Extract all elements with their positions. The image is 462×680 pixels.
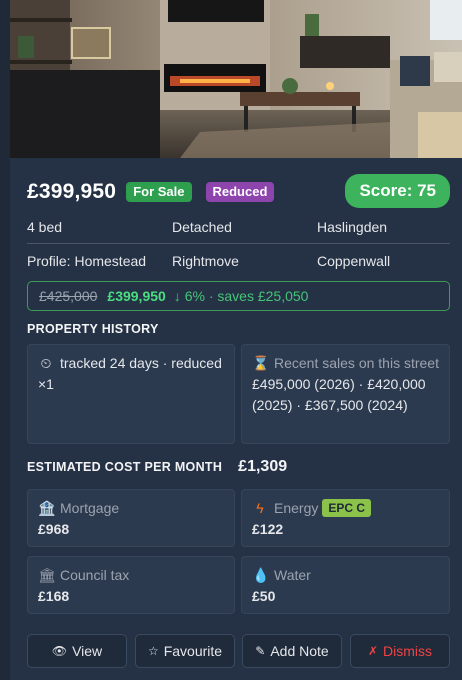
cost-total: £1,309 — [238, 458, 288, 475]
price-row: £399,950 For Sale Reduced Score: 75 — [27, 174, 450, 208]
mortgage-label: Mortgage — [60, 500, 120, 516]
facts-divider — [27, 243, 450, 244]
council-tax-card: 🏛 Council tax £168 — [27, 556, 235, 614]
water-label: Water — [274, 567, 311, 583]
pencil-icon: ✎ — [255, 644, 266, 658]
view-button-label: View — [72, 643, 103, 659]
property-history-heading: PROPERTY HISTORY — [27, 322, 159, 336]
listing-price: £399,950 — [27, 180, 117, 203]
council-tax-label: Council tax — [60, 567, 130, 583]
clock-icon: ⏲ — [40, 355, 52, 371]
add-note-button-label: Add Note — [270, 643, 329, 659]
facts-row-2: Profile: Homestead Rightmove Coppenwall — [27, 253, 450, 269]
recent-sales-values: £495,000 (2026) · £420,000 (2025) · £367… — [252, 376, 426, 413]
droplet-icon: 💧 — [252, 567, 270, 583]
dismiss-button-label: Dismiss — [383, 643, 433, 659]
favourite-button[interactable]: ☆ Favourite — [135, 634, 235, 668]
water-value: £50 — [252, 588, 276, 604]
town: Haslingden — [317, 219, 388, 235]
profile: Profile: Homestead — [27, 253, 147, 269]
living-room-image — [10, 0, 462, 158]
cost-heading: ESTIMATED COST PER MONTH £1,309 — [27, 458, 287, 476]
energy-value: £122 — [252, 521, 284, 537]
bank-icon: 🏦 — [38, 500, 56, 516]
recent-sales-card: ⌛ Recent sales on this street £495,000 (2… — [241, 344, 450, 444]
property-type: Detached — [172, 219, 232, 235]
building-icon: 🏛 — [38, 567, 56, 583]
facts-row-1: 4 bed Detached Haslingden — [27, 219, 450, 235]
dismiss-button[interactable]: ✗ Dismiss — [350, 634, 450, 668]
new-price: £399,950 — [107, 288, 166, 304]
mortgage-value: £968 — [38, 521, 70, 537]
property-card: £399,950 For Sale Reduced Score: 75 4 be… — [10, 0, 462, 680]
lightning-icon: ϟ — [256, 500, 264, 516]
for-sale-badge: For Sale — [126, 182, 192, 202]
property-photo[interactable] — [10, 0, 462, 158]
hourglass-icon: ⌛ — [252, 355, 270, 371]
cost-heading-label: ESTIMATED COST PER MONTH — [27, 460, 223, 474]
x-icon: ✗ — [367, 644, 379, 658]
listing-source: Rightmove — [172, 253, 239, 269]
score-badge: Score: 75 — [345, 174, 450, 208]
favourite-button-label: Favourite — [163, 643, 223, 659]
bedrooms: 4 bed — [27, 219, 63, 235]
view-button[interactable]: 👁 View — [27, 634, 127, 668]
price-reduction-bar: £425,000 £399,950 ↓ 6% · saves £25,050 — [27, 281, 450, 311]
energy-card: ϟ Energy EPC C £122 — [241, 489, 450, 547]
water-card: 💧 Water £50 — [241, 556, 450, 614]
mortgage-card: 🏦 Mortgage £968 — [27, 489, 235, 547]
star-icon: ☆ — [147, 644, 159, 658]
council-tax-value: £168 — [38, 588, 70, 604]
epc-badge: EPC C — [322, 499, 372, 517]
price-change: ↓ 6% · saves £25,050 — [173, 288, 309, 304]
eye-icon: 👁 — [51, 644, 68, 658]
recent-sales-label: Recent sales on this street — [274, 355, 439, 371]
add-note-button[interactable]: ✎ Add Note — [242, 634, 342, 668]
old-price: £425,000 — [39, 288, 98, 304]
area: Coppenwall — [317, 253, 391, 269]
tracked-card: ⏲ tracked 24 days · reduced ×1 — [27, 344, 235, 444]
tracked-text: tracked 24 days · reduced ×1 — [38, 355, 222, 392]
reduced-badge: Reduced — [205, 182, 275, 202]
energy-label: Energy — [274, 500, 319, 516]
